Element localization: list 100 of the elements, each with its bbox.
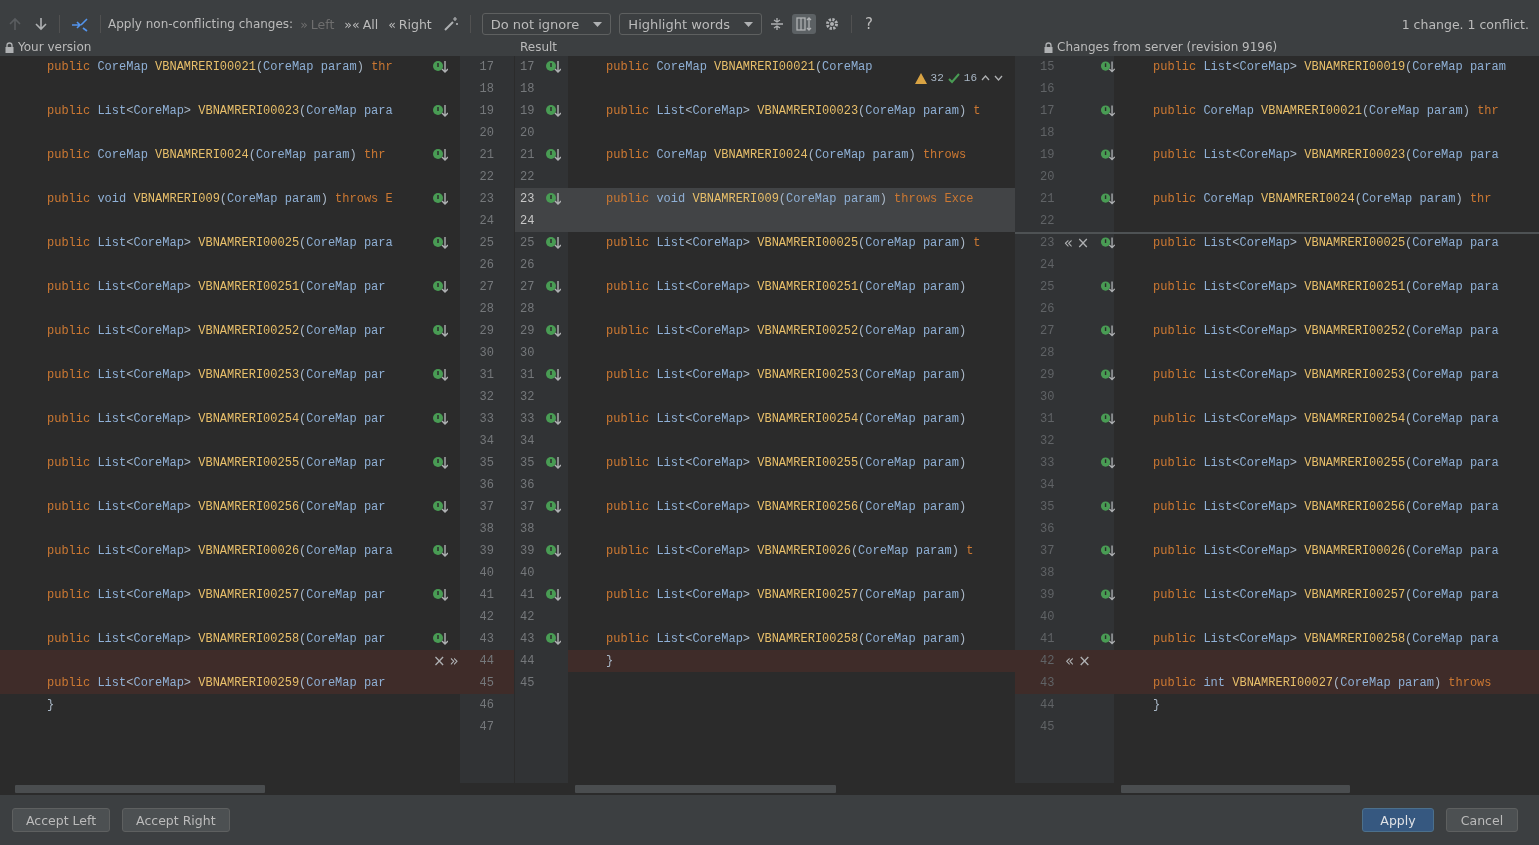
line-number: 27 [520,280,535,294]
merge-arrow-icon[interactable] [1100,60,1115,74]
merge-arrow-icon[interactable] [545,412,561,426]
merge-arrow-icon[interactable] [1100,588,1115,602]
code-line: public void VBNAMRERI009(CoreMap param) throws E [47,192,393,206]
merge-arrow-icon[interactable] [432,544,448,558]
check-icon [947,72,960,84]
horizontal-scrollbar[interactable] [15,785,265,793]
merge-arrow-icon[interactable] [1100,148,1115,162]
dialog-button[interactable]: Accept Left [12,808,111,832]
merge-arrow-icon[interactable] [1100,280,1115,294]
columns-icon [795,17,812,31]
merge-arrow-icon[interactable] [432,368,448,382]
line-number: 25 [520,236,535,250]
merge-arrow-icon[interactable] [1100,192,1115,206]
merge-arrow-icon[interactable] [432,412,448,426]
highlight-dropdown[interactable]: Highlight words [619,13,762,35]
merge-arrow-icon[interactable] [432,456,448,470]
dialog-button[interactable]: Accept Right [122,808,230,832]
merge-arrow-icon[interactable] [1100,324,1115,338]
merge-arrow-icon[interactable] [545,588,561,602]
merge-arrow-icon[interactable] [545,632,561,646]
inspection-widget[interactable]: 32 16 [912,72,1005,84]
code-line: public List<CoreMap> VBNAMRERI00019(CoreMap param [1153,60,1506,74]
merge-arrow-icon[interactable] [545,500,561,514]
line-number: 45 [520,676,535,690]
line-number: 29 [520,324,535,338]
merge-arrow-icon[interactable] [432,588,448,602]
merge-arrow-icon[interactable] [1100,544,1115,558]
dialog-button[interactable]: Cancel [1446,808,1518,832]
caret-icon [593,21,603,27]
conflict-action-button[interactable]: × [432,653,447,669]
code-line: public CoreMap VBNAMRERI00021(CoreMap param) thr [1153,104,1499,118]
merge-arrow-icon[interactable] [545,544,561,558]
merge-arrow-icon[interactable] [545,192,561,206]
line-number: 38 [479,522,494,536]
merge-arrow-icon[interactable] [432,60,448,74]
code-line: public List<CoreMap> VBNAMRERI00253(CoreMap para [1153,368,1499,382]
horizontal-scrollbar[interactable] [1121,785,1350,793]
merge-arrow-icon[interactable] [432,632,448,646]
code-line: public List<CoreMap> VBNAMRERI00251(CoreMap param) [606,280,967,294]
merge-arrow-icon[interactable] [432,500,448,514]
dialog-button[interactable]: Apply [1362,808,1434,832]
merge-arrow-icon[interactable] [432,236,448,250]
side-by-side-toggle[interactable] [791,14,816,34]
line-number: 23 [520,192,535,206]
line-number: 18 [520,82,535,96]
merge-arrow-icon[interactable] [1100,632,1115,646]
merge-arrow-icon[interactable] [545,148,561,162]
code-line: public List<CoreMap> VBNAMRERI00257(CoreMap par [47,588,386,602]
merge-arrow-icon[interactable] [545,280,561,294]
merge-arrow-icon[interactable] [545,60,561,74]
line-number: 37 [479,500,494,514]
merge-arrow-icon[interactable] [545,368,561,382]
line-number: 26 [520,258,535,272]
merge-arrow-icon[interactable] [1100,500,1115,514]
code-line: public List<CoreMap> VBNAMRERI00252(CoreMap param) [606,324,967,338]
conflict-summary: 1 change. 1 conflict. [1401,16,1529,32]
code-line: public List<CoreMap> VBNAMRERI00252(CoreMap para [1153,324,1499,338]
conflict-action-button[interactable]: × [1075,235,1091,251]
merge-arrow-icon[interactable] [432,280,448,294]
line-number: 43 [1040,676,1056,690]
chevron-up-icon[interactable] [981,75,990,81]
merge-arrow-icon[interactable] [545,236,561,250]
help-button[interactable]: ? [858,14,879,34]
line-number: 25 [479,236,494,250]
merge-arrow-icon[interactable] [545,324,561,338]
code-line: public List<CoreMap> VBNAMRERI00025(CoreMap param) t [606,236,981,250]
code-line: public List<CoreMap> VBNAMRERI00259(CoreMap par [47,676,386,690]
merge-arrow-icon[interactable] [1100,104,1115,118]
apply-side-button[interactable]: « Right [385,16,435,32]
line-number: 20 [520,126,535,140]
merge-arrow-icon[interactable] [432,104,448,118]
merge-arrow-icon[interactable] [1100,236,1115,250]
merge-arrow-icon[interactable] [1100,368,1115,382]
merge-arrow-icon[interactable] [432,192,448,206]
merge-arrow-icon[interactable] [1100,456,1115,470]
chevron-down-icon[interactable] [994,75,1003,81]
line-number: 36 [520,478,535,492]
conflict-action-button[interactable]: « [1064,653,1076,669]
merge-arrow-icon[interactable] [432,148,448,162]
ignore-dropdown[interactable]: Do not ignore [481,13,612,35]
line-number: 44 [520,654,535,668]
merge-arrow-icon[interactable] [545,104,561,118]
conflict-action-button[interactable]: × [1077,653,1092,669]
merge-arrow-icon[interactable] [545,456,561,470]
horizontal-scrollbar[interactable] [575,785,836,793]
merge-arrows-icon [71,16,89,32]
merge-arrow-icon[interactable] [1100,412,1115,426]
magic-wand-icon[interactable] [442,16,459,32]
line-number: 42 [520,610,535,624]
conflict-action-button[interactable]: « [1062,235,1074,251]
conflict-action-button[interactable]: » [448,653,460,669]
merge-arrow-icon[interactable] [432,324,448,338]
line-number: 34 [479,434,494,448]
line-number: 32 [479,390,494,404]
apply-side-button[interactable]: »« All [341,16,382,32]
line-number: 35 [520,456,535,470]
code-line: public List<CoreMap> VBNAMRERI00255(CoreMap para [1153,456,1499,470]
line-number: 36 [479,478,494,492]
